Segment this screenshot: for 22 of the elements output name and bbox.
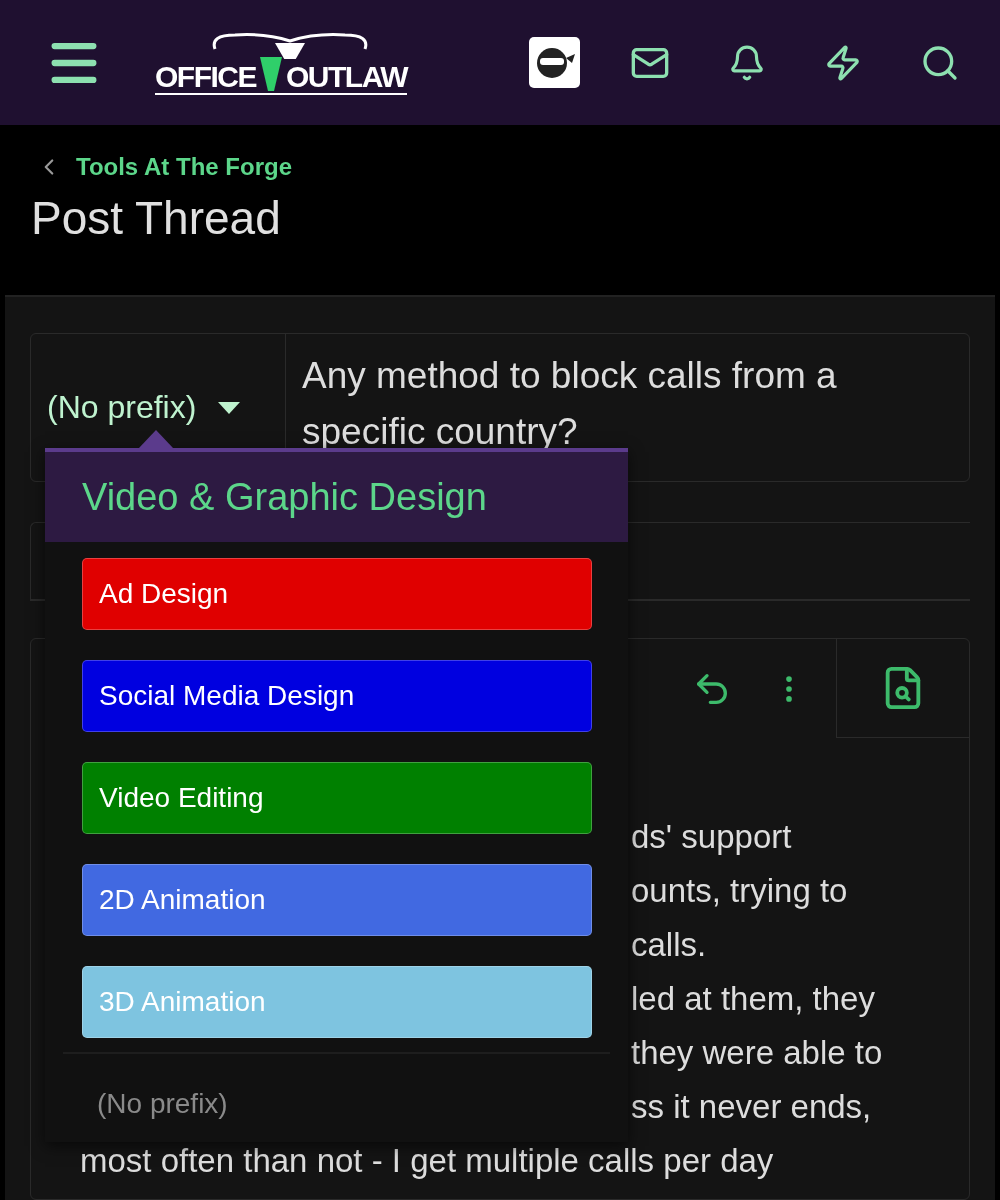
- prefix-option[interactable]: Video Editing: [82, 762, 592, 834]
- editor-text-line: most often than not - I get multiple calls per day: [80, 1141, 774, 1181]
- prefix-option[interactable]: 2D Animation: [82, 864, 592, 936]
- caret-icon: [218, 401, 241, 414]
- site-logo[interactable]: OFFICE OUTLAW: [155, 30, 407, 95]
- bell-icon[interactable]: [728, 43, 766, 82]
- editor-text-line: calls.: [631, 925, 707, 965]
- menu-group-heading: Video & Graphic Design: [45, 452, 628, 542]
- page-title: Post Thread: [30, 191, 282, 246]
- avatar[interactable]: [529, 37, 580, 88]
- editor-text-line: led at them, they: [631, 979, 875, 1019]
- prefix-option[interactable]: Ad Design: [82, 558, 592, 630]
- breadcrumb-link[interactable]: Tools At The Forge: [76, 153, 292, 181]
- prefix-option[interactable]: (No prefix): [45, 1054, 628, 1120]
- preview-button[interactable]: [836, 639, 969, 738]
- editor-text-line: ss it never ends,: [631, 1087, 872, 1127]
- editor-text-line: ds' support: [631, 817, 792, 857]
- lightning-icon[interactable]: [824, 43, 862, 82]
- title-text: Any method to block calls from a specific country?: [301, 354, 838, 454]
- prefix-option[interactable]: Social Media Design: [82, 660, 592, 732]
- editor-text-line: ounts, trying to: [631, 871, 848, 911]
- editor-text-line: they were able to: [631, 1033, 883, 1073]
